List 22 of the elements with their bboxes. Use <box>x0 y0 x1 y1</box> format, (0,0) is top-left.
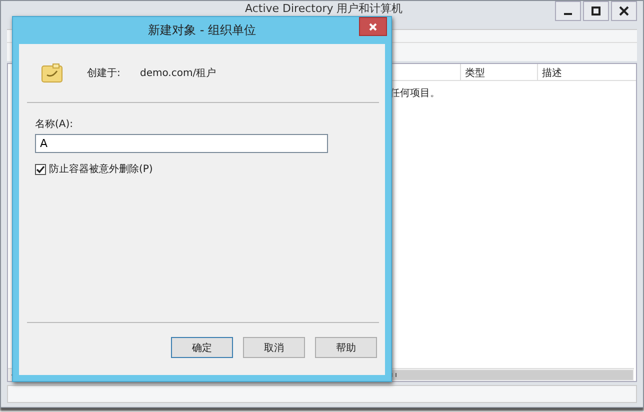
folder-icon <box>41 63 63 83</box>
dialog-button[interactable]: 帮助 <box>315 337 377 358</box>
close-button[interactable] <box>359 17 387 36</box>
column-header[interactable]: 类型 <box>460 64 537 80</box>
created-in-label: 创建于: <box>87 66 122 80</box>
maximize-icon <box>591 6 601 16</box>
close-icon <box>619 6 629 16</box>
name-label: 名称(A): <box>35 118 74 131</box>
maximize-button[interactable] <box>583 1 609 21</box>
dialog-button[interactable]: 取消 <box>243 337 305 358</box>
window-title: Active Directory 用户和计算机 <box>245 2 403 15</box>
column-header[interactable]: 描述 <box>537 64 636 80</box>
protect-checkbox[interactable] <box>35 164 46 174</box>
close-icon <box>369 22 377 30</box>
minimize-button[interactable] <box>555 1 581 21</box>
minimize-icon <box>564 13 572 15</box>
protect-checkbox-label[interactable]: 防止容器被意外删除(P) <box>49 162 153 176</box>
close-button[interactable] <box>611 1 637 21</box>
dialog-title: 新建对象 - 组织单位 <box>148 22 256 39</box>
name-input[interactable]: A <box>35 134 328 153</box>
dialog-button[interactable]: 确定 <box>171 337 233 358</box>
created-in-path: demo.com/租户 <box>140 66 216 80</box>
